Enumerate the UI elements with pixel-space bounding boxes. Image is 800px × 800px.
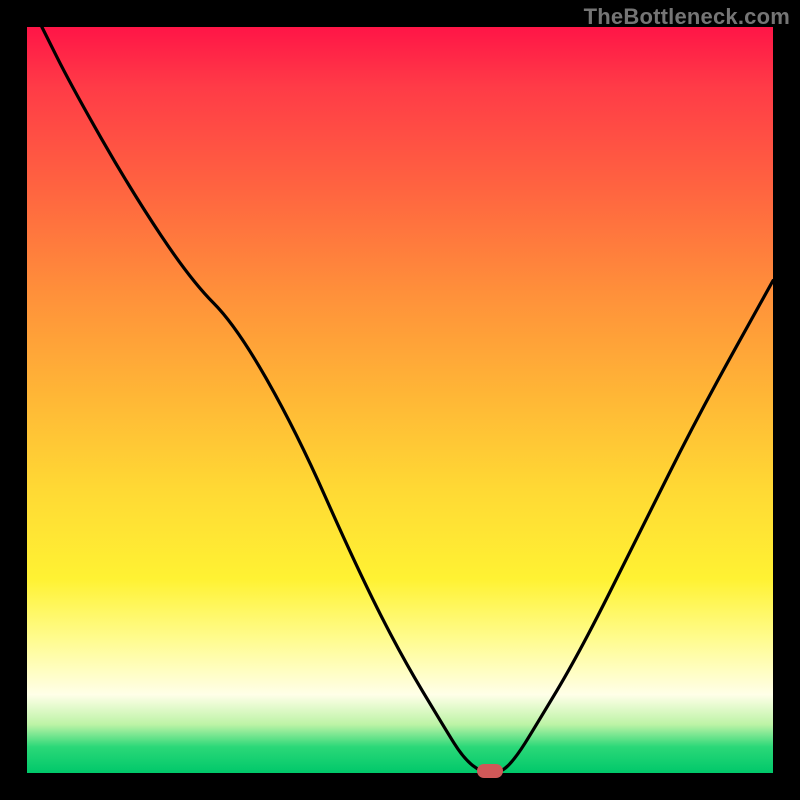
optimal-point-marker [477,764,503,778]
bottleneck-curve-path [42,27,773,773]
bottleneck-curve [27,27,773,773]
chart-frame: TheBottleneck.com [0,0,800,800]
plot-area [27,27,773,773]
